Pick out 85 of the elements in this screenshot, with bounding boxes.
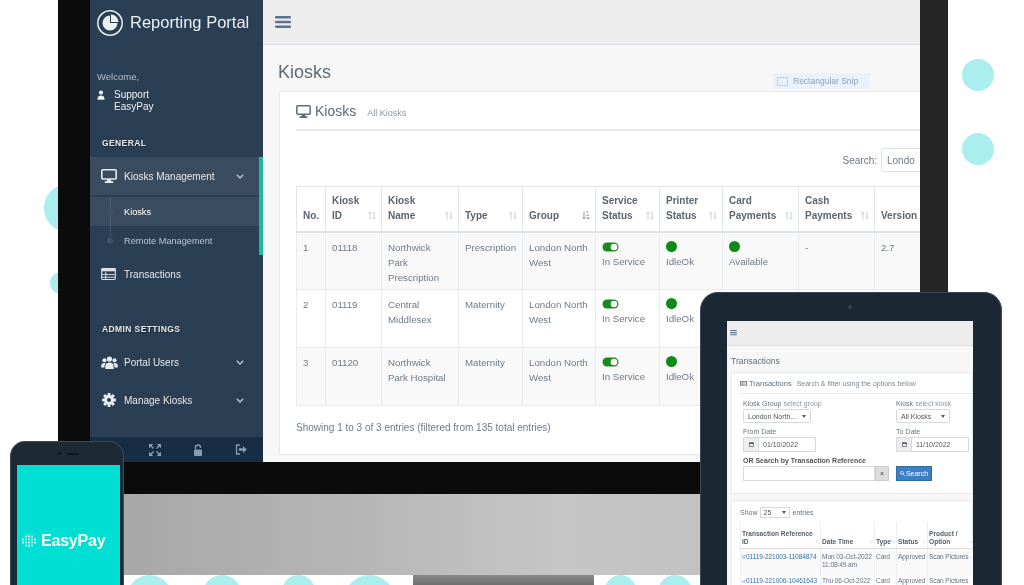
table-cell: Northwick Park Hospital <box>381 347 459 406</box>
chevron-down-icon <box>236 359 244 365</box>
page-title: Kiosks <box>278 61 331 83</box>
external-link-icon <box>742 579 746 583</box>
nav-item[interactable]: Portal Users <box>90 343 259 381</box>
table-cell: Northwick Park Prescription <box>381 231 459 290</box>
panel-title: Kiosks <box>315 103 357 119</box>
table-cell: Central Middlesex <box>381 289 459 348</box>
pie-chart-icon <box>97 9 123 36</box>
decorative-circle <box>962 133 994 165</box>
table-cell: 1 <box>296 231 326 290</box>
toggle-switch[interactable] <box>602 357 619 367</box>
table-cell: 2 <box>296 289 326 348</box>
expand-icon[interactable] <box>148 443 161 456</box>
table-cell: London North West <box>522 347 596 406</box>
column-header[interactable]: Cash Payments <box>798 186 875 232</box>
column-header[interactable]: Kiosk ID <box>325 186 382 232</box>
user-name: Support EasyPay <box>114 89 155 113</box>
monitor-icon <box>296 104 311 118</box>
reference-field[interactable] <box>743 466 875 481</box>
status-text: In Service <box>602 312 646 326</box>
table-cell: Maternity <box>458 347 523 406</box>
column-header[interactable]: Printer Status <box>659 186 723 232</box>
panel-subtitle: All Kiosks <box>367 107 407 118</box>
nav-item[interactable]: Manage Kiosks <box>90 381 259 419</box>
chevron-down-icon <box>236 397 244 403</box>
nav-item[interactable]: Kiosks Management <box>90 157 259 195</box>
monitor-icon <box>101 169 117 183</box>
users-icon <box>101 355 118 369</box>
external-link-icon <box>742 555 746 559</box>
column-header: No. <box>296 186 326 232</box>
toggle-switch[interactable] <box>602 241 619 252</box>
table-cell: Maternity <box>458 289 523 348</box>
welcome-text: Welcome, <box>97 70 140 84</box>
status-text: In Service <box>602 254 646 269</box>
search-icon <box>899 471 905 476</box>
calendar-icon <box>748 442 754 447</box>
column-header[interactable]: Card Payments <box>722 186 799 232</box>
table-cell: 01119 <box>325 289 382 348</box>
table-icon <box>740 380 747 387</box>
table-cell: London North West <box>522 231 596 290</box>
gear-icon <box>102 393 116 407</box>
decorative-circle <box>962 59 994 91</box>
table-cell: London North West <box>522 289 596 348</box>
section-heading: GENERAL <box>101 137 147 150</box>
brand-logo: EasyPay <box>41 532 106 550</box>
column-header[interactable]: Type <box>458 186 523 232</box>
section-heading: ADMIN SETTINGS <box>101 323 181 336</box>
menu-icon[interactable] <box>730 330 737 336</box>
status-text: Available <box>729 254 769 269</box>
menu-icon[interactable] <box>275 16 291 28</box>
submenu-item[interactable]: Kiosks <box>90 197 259 226</box>
caret-icon <box>781 511 786 514</box>
column-header[interactable]: Group <box>522 186 596 232</box>
table-cell: 01118 <box>325 231 382 290</box>
unlock-icon[interactable] <box>193 443 204 456</box>
status-text: In Service <box>602 370 646 384</box>
table-icon <box>101 268 116 280</box>
status-text: IdleOk <box>666 312 694 326</box>
status-text: IdleOk <box>666 254 694 269</box>
status-text: IdleOk <box>666 370 694 384</box>
user-icon <box>97 90 105 100</box>
nav-item[interactable]: Transactions <box>90 255 259 293</box>
column-header: Version <box>874 186 920 232</box>
dashed-rectangle-icon <box>777 76 788 86</box>
brand-title: Reporting Portal <box>130 13 250 32</box>
table-cell: 3 <box>296 347 326 406</box>
sign-out-icon[interactable] <box>235 444 248 455</box>
table-cell: - <box>798 231 875 290</box>
column-header[interactable]: Service Status <box>595 186 660 232</box>
chevron-down-icon <box>236 173 244 179</box>
table-cell: 01120 <box>325 347 382 406</box>
page-title: Transactions <box>731 355 780 367</box>
toggle-switch[interactable] <box>602 299 619 309</box>
submenu-item[interactable]: Remote Management <box>90 226 259 255</box>
caret-icon <box>802 414 807 418</box>
dot-grid-icon <box>22 534 36 548</box>
table-cell: 2.7 <box>874 231 920 290</box>
column-header[interactable]: Kiosk Name <box>381 186 459 232</box>
caret-icon <box>941 414 945 418</box>
search-field[interactable]: Londo <box>881 148 920 172</box>
search-label: Search: <box>842 154 877 166</box>
table-cell: Prescription <box>458 231 523 290</box>
calendar-icon <box>901 442 907 447</box>
table-info: Showing 1 to 3 of 3 entries (filtered from 135 total entries) <box>296 422 551 434</box>
